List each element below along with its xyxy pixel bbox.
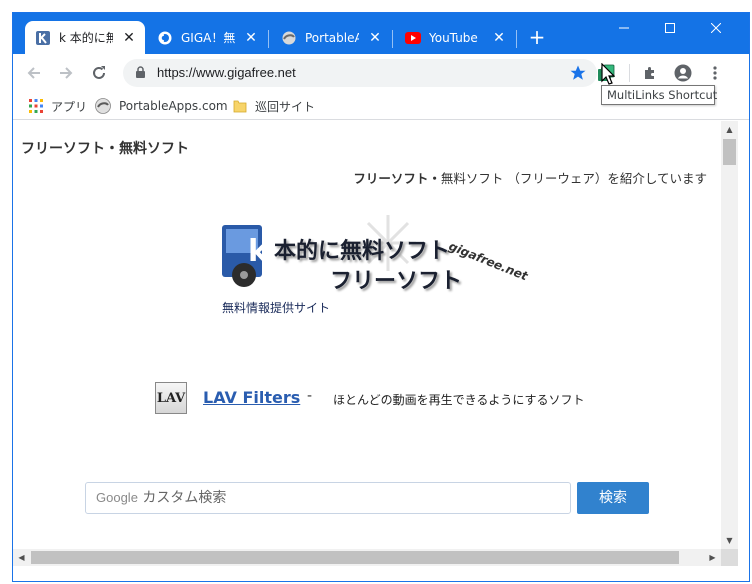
portableapps-icon (95, 98, 111, 114)
minimize-button[interactable] (601, 13, 647, 43)
apps-grid-icon (29, 99, 43, 113)
back-button[interactable] (21, 60, 47, 86)
extensions-button[interactable] (637, 60, 663, 86)
site-logo[interactable]: k 本的に無料ソフト フリーソフト gigafree.net 無料情報提供サイト (218, 215, 538, 321)
bookmark-label: 巡回サイト (255, 99, 316, 114)
search-placeholder: カスタム検索 (142, 490, 227, 506)
k-favicon-icon (35, 30, 51, 46)
minimize-icon (619, 27, 629, 29)
tab-separator (392, 30, 393, 48)
lav-filters-icon: LAV (155, 382, 187, 414)
puzzle-icon (645, 67, 654, 79)
tab-separator (516, 30, 517, 48)
title-bar: k 本的に無 ✕ GIGA！無料 ✕ PortableAp ✕ YouTube … (13, 13, 749, 54)
tab-label: YouTube (429, 30, 478, 45)
featured-software: LAV LAV Filters - ほとんどの動画を再生できるようにするソフト (155, 382, 675, 416)
maximize-icon (665, 23, 675, 33)
address-bar[interactable]: https://www.gigafree.net (123, 59, 597, 87)
reload-icon (93, 66, 105, 79)
giga-favicon-icon (157, 30, 173, 46)
search-button[interactable]: 検索 (577, 482, 649, 514)
close-icon[interactable]: ✕ (243, 30, 259, 46)
lav-filters-link[interactable]: LAV Filters (203, 388, 300, 407)
scroll-up-icon[interactable]: ▲ (721, 121, 738, 138)
logo-line1: 本的に無料ソフト (274, 239, 451, 264)
intro-text: フリーソフト・無料ソフト （フリーウェア）を紹介しています (353, 168, 707, 187)
bookmark-folder-patrol[interactable]: 巡回サイト (233, 97, 315, 115)
tab-label: PortableAp (305, 30, 359, 45)
horizontal-scrollbar[interactable]: ◀ ▶ (13, 549, 721, 566)
url-text: https://www.gigafree.net (157, 65, 296, 80)
scroll-down-icon[interactable]: ▼ (721, 532, 738, 549)
scroll-left-icon[interactable]: ◀ (13, 549, 30, 566)
tab-label: k 本的に無 (59, 31, 113, 45)
scrollbar-corner (721, 549, 738, 566)
logo-line2: フリーソフト (330, 269, 463, 294)
tab-separator (268, 30, 269, 48)
intro-rest: 無料ソフト （フリーウェア）を紹介しています (440, 171, 707, 186)
window-right-edge (738, 121, 749, 566)
close-window-icon (711, 23, 721, 33)
tab-portableapps[interactable]: PortableAp ✕ (271, 21, 391, 54)
bookmark-portableapps[interactable]: PortableApps.com (95, 97, 228, 115)
more-vert-icon (713, 66, 717, 80)
logo-subtitle: 無料情報提供サイト (222, 301, 331, 315)
close-icon[interactable]: ✕ (367, 30, 383, 46)
lock-icon (135, 66, 146, 82)
forward-button[interactable] (53, 60, 79, 86)
back-arrow-icon (27, 67, 40, 79)
custom-search-input[interactable]: Google カスタム検索 (85, 482, 571, 514)
close-icon[interactable]: ✕ (491, 30, 507, 46)
vertical-scrollbar[interactable]: ▲ ▼ (721, 121, 738, 549)
tab-active[interactable]: k 本的に無 ✕ (25, 21, 145, 54)
vertical-scroll-thumb[interactable] (723, 139, 736, 165)
close-window-button[interactable] (693, 13, 739, 43)
horizontal-scroll-thumb[interactable] (31, 551, 679, 564)
bookmark-apps[interactable]: アプリ (29, 97, 87, 115)
extension-tooltip: MultiLinks Shortcut (601, 85, 717, 105)
feature-description: ほとんどの動画を再生できるようにするソフト (333, 393, 585, 407)
toolbar-separator (629, 64, 630, 82)
feature-dash: - (307, 388, 313, 404)
bookmark-label: PortableApps.com (119, 99, 228, 113)
google-brand-text: Google (96, 490, 138, 505)
youtube-favicon-icon (405, 30, 421, 46)
maximize-button[interactable] (647, 13, 693, 43)
tab-giga[interactable]: GIGA！無料 ✕ (147, 21, 267, 54)
bookmark-star-icon[interactable] (569, 64, 587, 85)
forward-arrow-icon (60, 67, 73, 79)
portableapps-favicon-icon (281, 30, 297, 46)
page-title: フリーソフト・無料ソフト (21, 141, 189, 157)
scroll-right-icon[interactable]: ▶ (704, 549, 721, 566)
reload-button[interactable] (86, 60, 112, 86)
new-tab-button[interactable]: + (526, 26, 548, 48)
profile-button[interactable] (670, 60, 696, 86)
folder-icon (233, 99, 247, 113)
page-content: フリーソフト・無料ソフト フリーソフト・無料ソフト （フリーウェア）を紹介してい… (13, 121, 721, 549)
mouse-cursor-icon (601, 63, 615, 85)
bookmark-label: アプリ (51, 99, 88, 114)
logo-letter: k (248, 234, 269, 269)
close-icon[interactable]: ✕ (121, 30, 137, 46)
menu-button[interactable] (702, 60, 728, 86)
tab-label: GIGA！無料 (181, 31, 235, 45)
tab-youtube[interactable]: YouTube ✕ (395, 21, 515, 54)
intro-bold: フリーソフト・ (353, 171, 441, 186)
logo-computer-icon: k (222, 225, 269, 287)
account-icon (674, 64, 692, 82)
